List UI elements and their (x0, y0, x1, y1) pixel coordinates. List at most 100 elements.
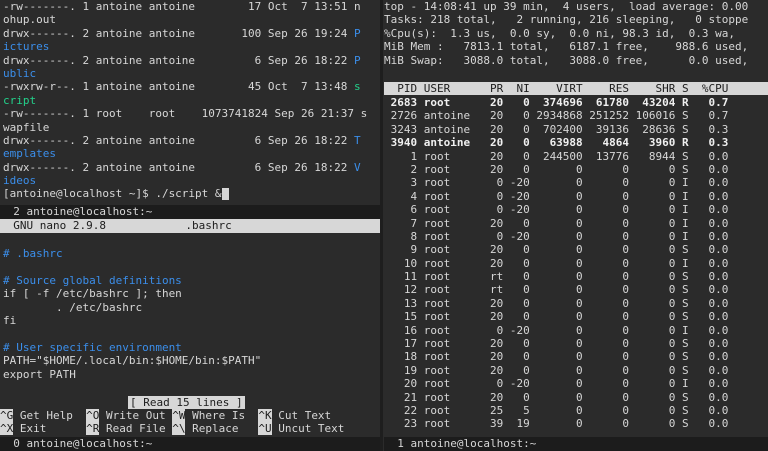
top-summary: top - 14:08:41 up 39 min, 4 users, load … (384, 0, 768, 70)
nano-shortcut-label: Uncut Text (271, 422, 345, 436)
nano-shortcut-label: Cut Text (271, 409, 332, 422)
process-row[interactable]: 8 root 0 -20 0 0 0 I 0.0 (384, 230, 768, 243)
top-pane-status: 1 antoine@localhost:~ (384, 437, 768, 451)
process-row[interactable]: 19 root 20 0 0 0 0 S 0.0 (384, 364, 768, 377)
nano-text-line[interactable]: # User specific environment (3, 341, 383, 354)
process-row[interactable]: 10 root 20 0 0 0 0 I 0.0 (384, 257, 768, 270)
shell-output-line: emplates (3, 147, 383, 160)
shell-output-line: -rwxrw-r--. 1 antoine antoine 45 Oct 7 1… (3, 80, 383, 93)
shell-output-line: cript (3, 94, 383, 107)
nano-shortcut-key[interactable]: ^O (86, 409, 100, 422)
process-row[interactable]: 18 root 20 0 0 0 0 S 0.0 (384, 350, 768, 363)
shell-output-line: ublic (3, 67, 383, 80)
nano-shortcut-key[interactable]: ^X (0, 422, 14, 436)
shell-output-line: drwx------. 2 antoine antoine 6 Sep 26 1… (3, 54, 383, 67)
nano-shortcut-label: Replace (185, 422, 259, 436)
nano-shortcut-bar: ^G Get Help ^O Write Out ^W Where Is ^K … (0, 409, 380, 437)
shell-output-filename: T (354, 133, 361, 147)
shell-output-filename: V (354, 160, 361, 174)
shell-output-filename: P (354, 26, 361, 40)
shell-output-filename: emplates (3, 147, 56, 161)
nano-shortcut-label: Get Help (13, 409, 87, 422)
top-summary-line: MiB Swap: 3088.0 total, 3088.0 free, 0.0… (384, 53, 749, 67)
nano-text-line[interactable]: # .bashrc (3, 247, 383, 260)
nano-shortcut-label: Read File (99, 422, 173, 436)
shell-output-text: drwx------. 2 antoine antoine 100 Sep 26… (3, 26, 354, 40)
nano-text-line[interactable] (3, 260, 383, 273)
shell-output-text: drwx------. 2 antoine antoine 6 Sep 26 1… (3, 53, 354, 67)
nano-text-line[interactable]: # Source global definitions (3, 274, 383, 287)
shell-output-line: drwx------. 2 antoine antoine 6 Sep 26 1… (3, 134, 383, 147)
nano-text-line[interactable] (3, 327, 383, 340)
terminal-screen: -rw-------. 1 antoine antoine 17 Oct 7 1… (0, 0, 768, 451)
process-row[interactable]: 13 root 20 0 0 0 0 S 0.0 (384, 297, 768, 310)
process-row[interactable]: 23 root 39 19 0 0 0 S 0.0 (384, 417, 768, 430)
pane-divider[interactable] (380, 0, 383, 451)
nano-shortcut-key[interactable]: ^W (172, 409, 186, 422)
shell-output-filename: ictures (3, 40, 50, 54)
process-row[interactable]: 22 root 25 5 0 0 0 S 0.0 (384, 404, 768, 417)
process-row[interactable]: 3243 antoine 20 0 702400 39136 28636 S 0… (384, 123, 768, 136)
shell-output-text: [antoine@localhost ~]$ ./script & (3, 187, 222, 201)
nano-shortcut-key[interactable]: ^\ (172, 422, 186, 436)
nano-shortcut-row: ^X Exit ^R Read File ^\ Replace ^U Uncut… (0, 422, 380, 436)
shell-pane[interactable]: -rw-------. 1 antoine antoine 17 Oct 7 1… (0, 0, 383, 205)
top-process-list[interactable]: 2683 root 20 0 374696 61780 43204 R 0.7 … (384, 96, 768, 434)
shell-output-line: ohup.out (3, 13, 383, 26)
shell-output-line: -rw-------. 1 antoine antoine 17 Oct 7 1… (3, 0, 383, 13)
process-row[interactable]: 12 root rt 0 0 0 0 S 0.0 (384, 283, 768, 296)
shell-output-text: wapfile (3, 120, 50, 134)
nano-shortcut-key[interactable]: ^G (0, 409, 14, 422)
shell-output-filename: ublic (3, 66, 37, 80)
nano-pane-status: 0 antoine@localhost:~ (0, 437, 380, 451)
nano-text-line[interactable]: PATH="$HOME/.local/bin:$HOME/bin:$PATH" (3, 354, 383, 367)
shell-output-text: -rw-------. 1 root root 1073741824 Sep 2… (3, 107, 361, 121)
process-row[interactable]: 9 root 20 0 0 0 0 S 0.0 (384, 243, 768, 256)
shell-output-line: drwx------. 2 antoine antoine 100 Sep 26… (3, 27, 383, 40)
process-row[interactable]: 16 root 0 -20 0 0 0 I 0.0 (384, 324, 768, 337)
shell-output-text: drwx------. 2 antoine antoine 6 Sep 26 1… (3, 160, 354, 174)
shell-output-text: -rw-------. 1 antoine antoine 17 Oct 7 1… (3, 0, 354, 13)
shell-output-line: ideos (3, 174, 383, 187)
shell-output-filename: P (354, 53, 361, 67)
shell-output-filename: n (354, 0, 361, 13)
process-row[interactable]: 3 root 0 -20 0 0 0 I 0.0 (384, 176, 768, 189)
nano-text-line[interactable]: . /etc/bashrc (3, 301, 383, 314)
shell-output-line: [antoine@localhost ~]$ ./script & (3, 187, 383, 201)
process-row[interactable]: 6 root 0 -20 0 0 0 I 0.0 (384, 203, 768, 216)
nano-shortcut-row: ^G Get Help ^O Write Out ^W Where Is ^K … (0, 409, 380, 422)
process-row[interactable]: 17 root 20 0 0 0 0 S 0.0 (384, 337, 768, 350)
process-row[interactable]: 20 root 0 -20 0 0 0 I 0.0 (384, 377, 768, 390)
nano-shortcut-label: Write Out (99, 409, 173, 422)
top-summary-line: MiB Mem : 7813.1 total, 6187.1 free, 988… (384, 40, 749, 54)
top-process-header: PID USER PR NI VIRT RES SHR S %CPU (384, 82, 768, 96)
shell-output-filename: ideos (3, 174, 37, 188)
process-row[interactable]: 3940 antoine 20 0 63988 4864 3960 R 0.3 (384, 136, 768, 149)
process-row[interactable]: 11 root rt 0 0 0 0 S 0.0 (384, 270, 768, 283)
process-row[interactable]: 15 root 20 0 0 0 0 S 0.0 (384, 310, 768, 323)
top-summary-line: Tasks: 218 total, 2 running, 216 sleepin… (384, 13, 749, 27)
shell-output-text: -rwxrw-r--. 1 antoine antoine 45 Oct 7 1… (3, 80, 354, 94)
process-row[interactable]: 2726 antoine 20 0 2934868 251252 106016 … (384, 109, 768, 122)
shell-output-text: ohup.out (3, 13, 56, 27)
nano-text-line[interactable]: export PATH (3, 368, 383, 381)
shell-output-filename: s (360, 107, 368, 121)
process-row[interactable]: 1 root 20 0 244500 13776 8944 S 0.0 (384, 150, 768, 163)
shell-output-line: wapfile (3, 121, 383, 134)
shell-output-line: -rw-------. 1 root root 1073741824 Sep 2… (3, 107, 383, 120)
process-row[interactable]: 2 root 20 0 0 0 0 S 0.0 (384, 163, 768, 176)
process-row[interactable]: 2683 root 20 0 374696 61780 43204 R 0.7 (384, 96, 768, 109)
top-summary-line: top - 14:08:41 up 39 min, 4 users, load … (384, 0, 749, 13)
nano-editor-body[interactable]: # .bashrc # Source global definitions if [… (0, 247, 383, 392)
nano-text-line[interactable]: fi (3, 314, 383, 327)
nano-shortcut-key[interactable]: ^R (86, 422, 100, 436)
nano-shortcut-key[interactable]: ^U (258, 422, 272, 436)
process-row[interactable]: 21 root 20 0 0 0 0 S 0.0 (384, 391, 768, 404)
nano-text-line[interactable]: if [ -f /etc/bashrc ]; then (3, 287, 383, 300)
shell-pane-status: 2 antoine@localhost:~ (0, 205, 380, 219)
nano-shortcut-key[interactable]: ^K (258, 409, 272, 422)
text-cursor (221, 188, 229, 201)
nano-status-message: [ Read 15 lines ] (128, 396, 245, 409)
process-row[interactable]: 4 root 0 -20 0 0 0 I 0.0 (384, 190, 768, 203)
process-row[interactable]: 7 root 20 0 0 0 0 I 0.0 (384, 217, 768, 230)
